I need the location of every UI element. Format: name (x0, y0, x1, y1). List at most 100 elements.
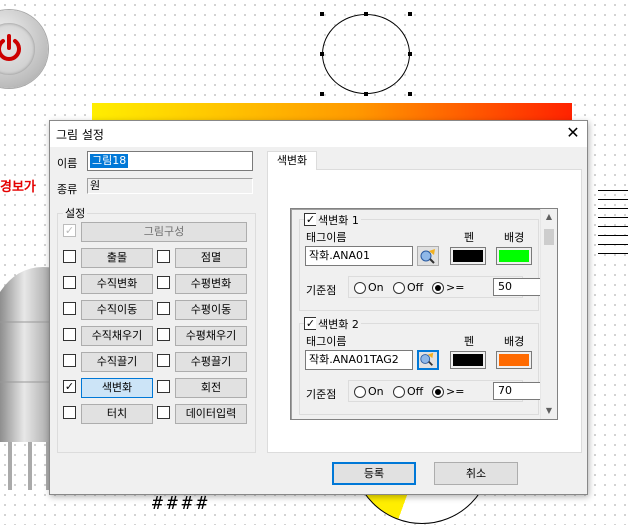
alarm-text: 경보가 (0, 180, 36, 195)
entry-2-tag-label: 태그이름 (306, 335, 347, 348)
horizontal-change-checkbox[interactable] (157, 276, 170, 289)
vertical-move-button[interactable]: 수직이동 (81, 300, 153, 320)
selection-handle[interactable] (364, 12, 368, 16)
entry-1-pen-color-fill (453, 250, 483, 262)
entry-1-radio-off-label: Off (407, 281, 424, 294)
horizontal-change-button[interactable]: 수평변화 (175, 274, 247, 294)
selection-handle[interactable] (320, 52, 324, 56)
power-button-graphic (0, 10, 48, 88)
rotate-button[interactable]: 회전 (175, 378, 247, 398)
entry-1-tag-label: 태그이름 (306, 231, 347, 244)
vertical-change-checkbox[interactable] (63, 276, 76, 289)
horizontal-move-checkbox[interactable] (157, 302, 170, 315)
entry-1-ref-group: On Off >= 50 (348, 276, 557, 298)
data-input-button[interactable]: 데이터입력 (175, 404, 247, 424)
entry-2-pen-color-fill (453, 354, 483, 366)
entry-2-tag-input[interactable]: 작화.ANA01TAG2 (305, 350, 413, 370)
rotate-checkbox[interactable] (157, 380, 170, 393)
settings-group-label: 설정 (63, 205, 88, 221)
selection-handle[interactable] (364, 92, 368, 96)
entry-1-radio-ge-label: >= (446, 281, 465, 294)
color-change-entry-2: ✓ 색변화 2 태그이름 펜 배경 작화.ANA01TAG2 기준점 On Of… (299, 316, 557, 415)
scroll-down-icon[interactable]: ▼ (541, 403, 557, 419)
type-field: 원 (87, 178, 253, 194)
entry-2-bg-color-swatch[interactable] (496, 351, 532, 369)
selection-handle[interactable] (320, 12, 324, 16)
vertical-move-checkbox[interactable] (63, 302, 76, 315)
vertical-fill-checkbox[interactable] (63, 328, 76, 341)
entry-1-radio-ge[interactable] (432, 282, 444, 294)
horizontal-drag-button[interactable]: 수평끌기 (175, 352, 247, 372)
picture-settings-dialog: 그림 설정 ✕ 이름 그림18 종류 원 설정 ✓ 그림구성 출몰 점멸 수직변… (49, 120, 588, 495)
horizontal-fill-checkbox[interactable] (157, 328, 170, 341)
appear-button[interactable]: 출몰 (81, 248, 153, 268)
entry-2-title: 색변화 2 (316, 316, 361, 332)
entry-2-ref-label: 기준점 (306, 388, 337, 401)
register-button[interactable]: 등록 (332, 462, 416, 485)
dialog-titlebar[interactable]: 그림 설정 ✕ (50, 121, 587, 147)
entry-2-radio-on[interactable] (354, 386, 366, 398)
color-change-list: ✓ 색변화 1 태그이름 펜 배경 작화.ANA01 기준점 On Off >=… (290, 208, 558, 420)
entry-2-radio-ge[interactable] (432, 386, 444, 398)
hash-display-text: #### (152, 493, 212, 514)
entry-1-title: 색변화 1 (316, 212, 361, 228)
shape-config-button: 그림구성 (81, 222, 247, 242)
scroll-up-icon[interactable]: ▲ (541, 209, 557, 225)
data-input-checkbox[interactable] (157, 406, 170, 419)
entry-1-bg-color-swatch[interactable] (496, 247, 532, 265)
selection-handle[interactable] (408, 52, 412, 56)
horizontal-move-button[interactable]: 수평이동 (175, 300, 247, 320)
entry-1-browse-button[interactable] (417, 246, 439, 266)
entry-1-radio-off[interactable] (393, 282, 405, 294)
blink-checkbox[interactable] (157, 250, 170, 263)
horizontal-fill-button[interactable]: 수평채우기 (175, 326, 247, 346)
name-input-value: 그림18 (90, 154, 129, 168)
entry-2-bg-label: 배경 (504, 335, 525, 348)
entry-2-browse-button[interactable] (417, 350, 439, 370)
selection-handle[interactable] (408, 12, 412, 16)
vertical-drag-button[interactable]: 수직끌기 (81, 352, 153, 372)
entry-1-pen-label: 펜 (464, 231, 475, 244)
entry-2-ref-group: On Off >= 70 (348, 380, 557, 402)
tag-browse-icon (420, 352, 434, 366)
entry-2-radio-ge-label: >= (446, 385, 465, 398)
entry-2-pen-color-swatch[interactable] (450, 351, 486, 369)
selection-handle[interactable] (408, 92, 412, 96)
entry-2-radio-off-label: Off (407, 385, 424, 398)
color-change-button[interactable]: 색변화 (81, 378, 153, 398)
appear-checkbox[interactable] (63, 250, 76, 263)
tank-graphic (0, 267, 54, 490)
vertical-drag-checkbox[interactable] (63, 354, 76, 367)
entry-2-pen-label: 펜 (464, 335, 475, 348)
vertical-fill-button[interactable]: 수직채우기 (81, 326, 153, 346)
name-label: 이름 (57, 157, 78, 170)
entry-1-tag-input[interactable]: 작화.ANA01 (305, 246, 413, 266)
touch-checkbox[interactable] (63, 406, 76, 419)
horizontal-drag-checkbox[interactable] (157, 354, 170, 367)
list-scrollbar[interactable]: ▲ ▼ (540, 209, 557, 419)
scroll-thumb[interactable] (544, 229, 554, 245)
touch-button[interactable]: 터치 (81, 404, 153, 424)
type-label: 종류 (57, 183, 78, 196)
entry-1-bg-label: 배경 (504, 231, 525, 244)
name-input[interactable]: 그림18 (87, 151, 253, 171)
entry-1-radio-on[interactable] (354, 282, 366, 294)
entry-1-bg-color-fill (499, 250, 529, 262)
close-icon[interactable]: ✕ (563, 123, 583, 143)
blink-button[interactable]: 점멸 (175, 248, 247, 268)
right-edge-lines (598, 190, 628, 262)
shape-config-checkbox: ✓ (63, 224, 76, 237)
selected-ellipse-shape[interactable] (322, 14, 410, 94)
entry-2-radio-on-label: On (368, 385, 384, 398)
entry-1-pen-color-swatch[interactable] (450, 247, 486, 265)
entry-1-radio-on-label: On (368, 281, 384, 294)
tab-color-change[interactable]: 색변화 (267, 151, 317, 170)
vertical-change-button[interactable]: 수직변화 (81, 274, 153, 294)
selection-handle[interactable] (320, 92, 324, 96)
power-icon (0, 34, 21, 61)
cancel-button[interactable]: 취소 (434, 462, 518, 485)
color-change-checkbox[interactable]: ✓ (63, 380, 76, 393)
entry-2-radio-off[interactable] (393, 386, 405, 398)
tag-browse-icon (420, 249, 435, 264)
entry-1-ref-label: 기준점 (306, 284, 337, 297)
